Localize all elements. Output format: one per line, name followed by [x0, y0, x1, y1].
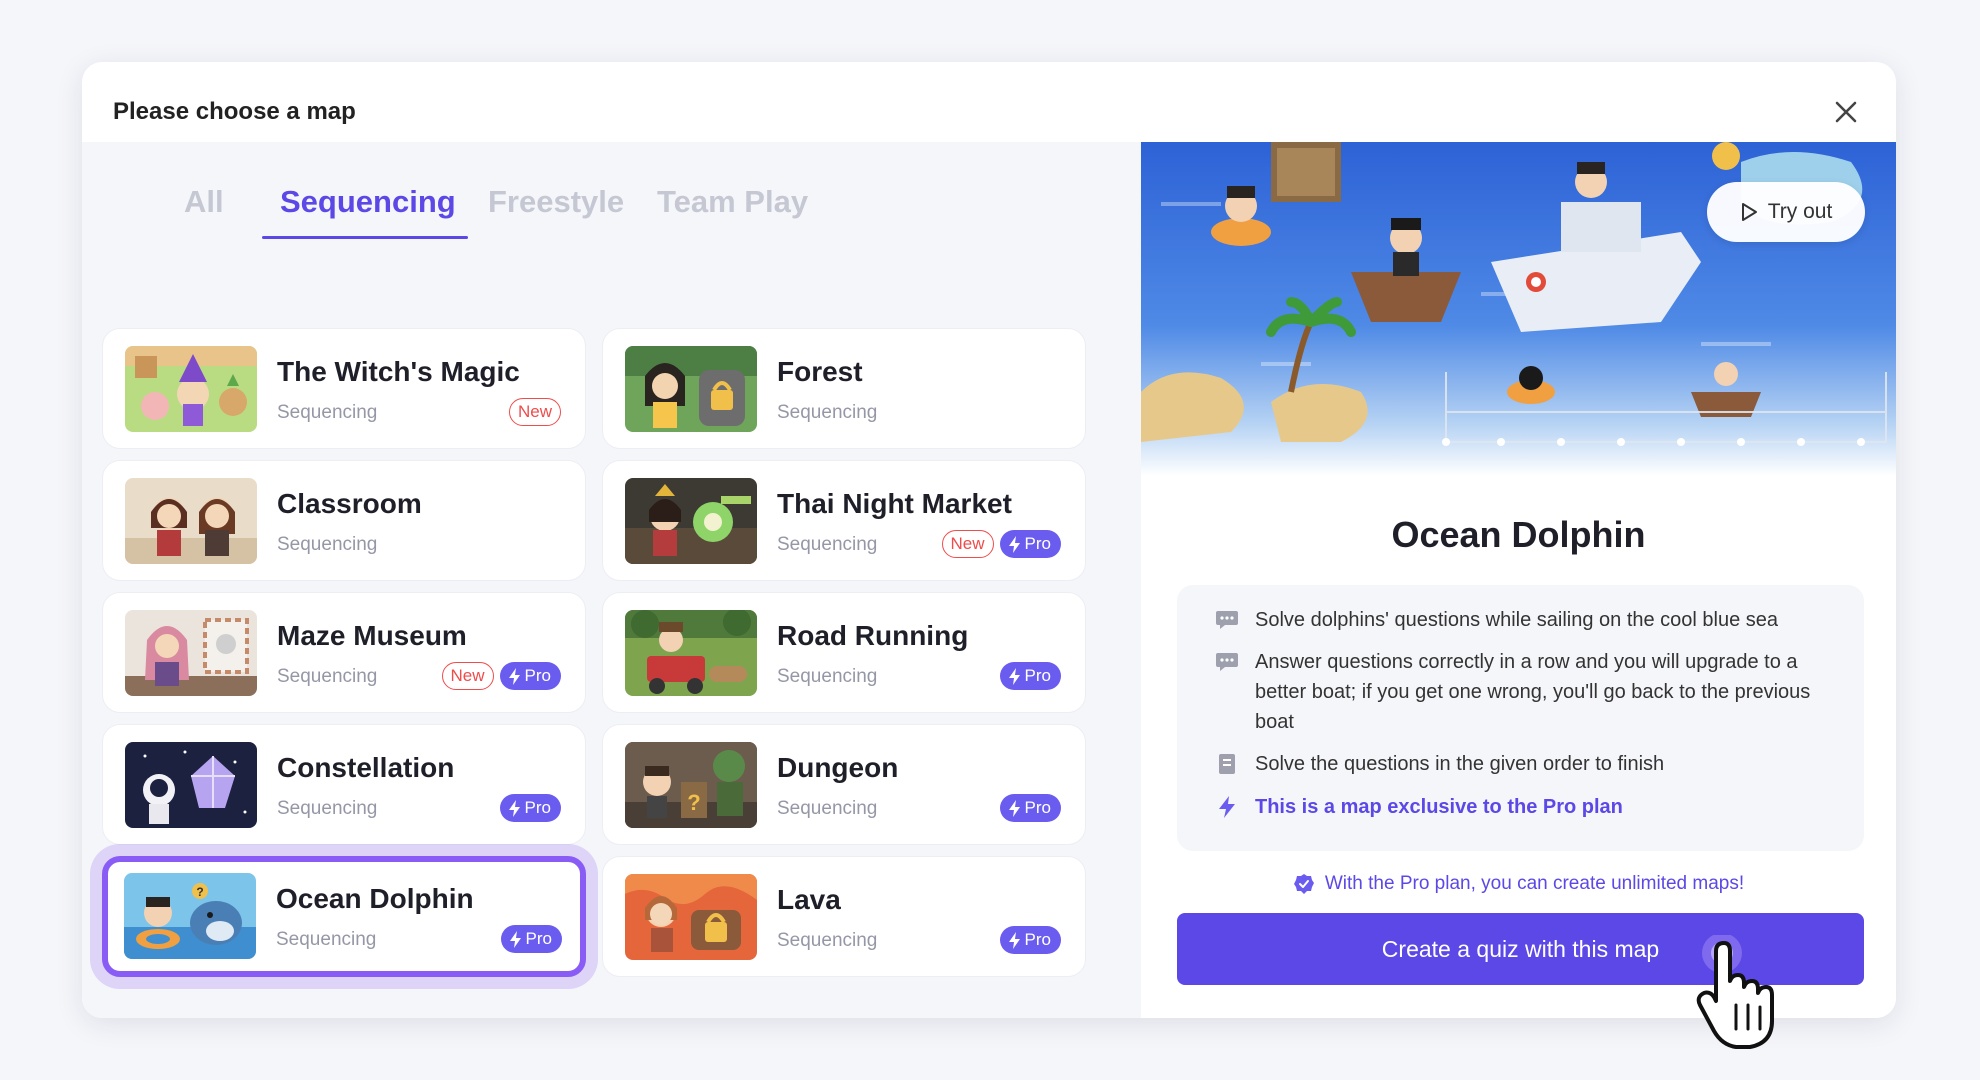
- modal-header: Please choose a map: [82, 62, 1896, 142]
- tab-all[interactable]: All: [184, 184, 224, 220]
- lightning-icon: [1008, 535, 1020, 553]
- map-category: Sequencing: [277, 798, 378, 819]
- description-text: Solve dolphins' questions while sailing …: [1255, 609, 1779, 631]
- map-thumbnail: [125, 478, 257, 564]
- pro-badge: Pro: [500, 925, 562, 953]
- map-card-thai-night-market[interactable]: Thai Night Market Sequencing New Pro: [602, 460, 1086, 581]
- pro-badge-label: Pro: [1024, 798, 1051, 817]
- map-category: Sequencing: [777, 666, 878, 687]
- map-preview-image: Try out: [1141, 142, 1896, 476]
- pro-badge: Pro: [499, 794, 561, 822]
- map-thumbnail: ?: [625, 742, 757, 828]
- map-card-road-running[interactable]: Road Running Sequencing Pro: [602, 592, 1086, 713]
- lightning-icon: [509, 930, 521, 948]
- map-name: Lava: [777, 884, 841, 915]
- close-icon: [1835, 101, 1857, 123]
- map-card-lava[interactable]: Lava Sequencing Pro: [602, 856, 1086, 977]
- pro-badge-label: Pro: [1024, 534, 1051, 553]
- svg-text:?: ?: [196, 885, 203, 899]
- pro-plan-note: With the Pro plan, you can create unlimi…: [1141, 873, 1896, 895]
- map-name: Ocean Dolphin: [276, 883, 474, 914]
- try-out-button[interactable]: Try out: [1707, 182, 1865, 242]
- map-name: Forest: [777, 356, 863, 387]
- map-detail-panel: Try out Ocean Dolphin Solve dolphins' qu…: [1141, 142, 1896, 1018]
- map-name: Constellation: [277, 752, 455, 783]
- map-description-box: Solve dolphins' questions while sailing …: [1177, 585, 1864, 851]
- description-text: This is a map exclusive to the Pro plan: [1255, 796, 1623, 818]
- map-thumbnail: [125, 742, 257, 828]
- pro-badge-label: Pro: [524, 666, 551, 685]
- map-category: Sequencing: [777, 402, 878, 423]
- pro-badge: Pro: [499, 662, 561, 690]
- map-card-witchs-magic[interactable]: The Witch's Magic Sequencing New: [102, 328, 586, 449]
- new-badge: New: [941, 530, 994, 558]
- book-icon: [1219, 754, 1235, 774]
- close-button[interactable]: [1828, 94, 1864, 130]
- tab-team-play[interactable]: Team Play: [657, 184, 808, 220]
- lightning-icon: [508, 667, 520, 685]
- chat-bubble-icon: [1216, 611, 1238, 629]
- pro-plan-note-text: With the Pro plan, you can create unlimi…: [1324, 873, 1745, 894]
- pro-badge-label: Pro: [1024, 930, 1051, 949]
- description-text: Solve the questions in the given order t…: [1255, 753, 1665, 775]
- pro-badge: Pro: [999, 794, 1061, 822]
- hand-pointer-icon: [1696, 935, 1774, 1049]
- svg-text:?: ?: [687, 790, 700, 815]
- lightning-icon: [1008, 799, 1020, 817]
- lightning-icon: [1008, 667, 1020, 685]
- map-thumbnail: [125, 346, 257, 432]
- lightning-icon: [508, 799, 520, 817]
- verified-check-icon: [1293, 874, 1314, 894]
- map-list-panel: All Sequencing Freestyle Team Play The W…: [82, 142, 1141, 1018]
- pro-badge: Pro: [999, 530, 1061, 558]
- active-tab-indicator: [262, 236, 468, 239]
- map-card-constellation[interactable]: Constellation Sequencing Pro: [102, 724, 586, 845]
- map-category: Sequencing: [276, 929, 377, 950]
- tab-sequencing[interactable]: Sequencing: [280, 184, 456, 220]
- description-text: Answer questions correctly in a row and …: [1255, 651, 1811, 733]
- map-thumbnail: [625, 346, 757, 432]
- map-card-forest[interactable]: Forest Sequencing: [602, 328, 1086, 449]
- tab-freestyle[interactable]: Freestyle: [488, 184, 624, 220]
- map-category: Sequencing: [277, 534, 378, 555]
- map-category: Sequencing: [777, 798, 878, 819]
- new-badge: New: [441, 662, 494, 690]
- map-card-classroom[interactable]: Classroom Sequencing: [102, 460, 586, 581]
- map-name: Road Running: [777, 620, 969, 651]
- pro-badge-label: Pro: [525, 929, 552, 948]
- map-thumbnail: ?: [124, 873, 256, 959]
- map-card-dungeon[interactable]: ? Dungeon Sequencing Pro: [602, 724, 1086, 845]
- map-thumbnail: [125, 610, 257, 696]
- map-thumbnail: [625, 610, 757, 696]
- map-name: Dungeon: [777, 752, 899, 783]
- lightning-icon: [1008, 931, 1020, 949]
- try-out-label: Try out: [1767, 200, 1833, 223]
- map-name: Maze Museum: [277, 620, 467, 651]
- chat-bubble-icon: [1216, 653, 1238, 671]
- modal-title: Please choose a map: [113, 98, 356, 125]
- pro-badge-label: Pro: [524, 798, 551, 817]
- map-category: Sequencing: [277, 402, 378, 423]
- map-chooser-modal: Please choose a map All Sequencing Frees…: [82, 62, 1896, 1018]
- pro-badge: Pro: [999, 926, 1061, 954]
- map-thumbnail: [625, 874, 757, 960]
- map-thumbnail: [625, 478, 757, 564]
- map-category: Sequencing: [777, 930, 878, 951]
- map-card-ocean-dolphin[interactable]: ? Ocean Dolphin Sequencing Pro: [102, 856, 586, 977]
- map-category: Sequencing: [777, 534, 878, 555]
- lightning-icon: [1219, 796, 1235, 818]
- pro-badge: Pro: [999, 662, 1061, 690]
- pro-badge-label: Pro: [1024, 666, 1051, 685]
- play-icon: [1741, 203, 1757, 221]
- map-name: Thai Night Market: [777, 488, 1012, 519]
- new-badge: New: [508, 398, 561, 426]
- map-category: Sequencing: [277, 666, 378, 687]
- map-name: Classroom: [277, 488, 422, 519]
- selected-map-title: Ocean Dolphin: [1391, 514, 1646, 555]
- map-name: The Witch's Magic: [277, 356, 520, 387]
- map-card-maze-museum[interactable]: Maze Museum Sequencing New Pro: [102, 592, 586, 713]
